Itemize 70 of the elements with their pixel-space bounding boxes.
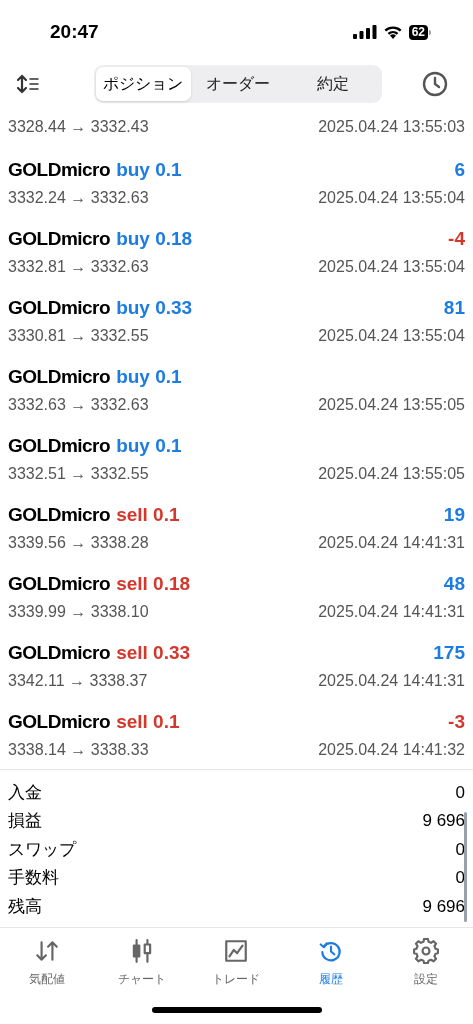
trade-volume: buy 0.1 [116,158,182,183]
trade-volume: buy 0.1 [116,365,182,390]
symbol-name: GOLDmicro [8,572,111,597]
symbol-name: GOLDmicro [8,227,111,252]
price-range: 3338.14 → 3338.33 [8,739,149,760]
trade-time: 2025.04.24 14:41:31 [318,601,465,622]
summary-label: 手数料 [8,867,59,889]
symbol-name: GOLDmicro [8,710,111,735]
profit-value: -3 [448,710,465,735]
summary-value: 0 [455,781,465,804]
nav-tab[interactable]: 履歴 [283,937,379,1007]
price-range: 3330.81 → 3332.55 [8,325,149,346]
tab[interactable]: ポジション [96,67,191,101]
nav-tab[interactable]: 設定 [378,937,473,1007]
price-range: 3332.81 → 3332.63 [8,256,149,277]
profit-value: 19 [443,503,465,528]
price-range: 3339.56 → 3338.28 [8,532,149,553]
symbol-name: GOLDmicro [8,503,111,528]
summary-value: 9 696 [422,810,465,832]
trade-time: 2025.04.24 14:41:32 [318,739,465,760]
summary-label: スワップ [8,838,76,861]
price-range: 3342.11 → 3338.37 [8,670,148,691]
trade-time: 2025.04.24 14:41:31 [318,532,465,553]
trade-time: 2025.04.24 13:55:05 [318,463,465,484]
summary-label: 残高 [8,895,42,918]
tab[interactable]: 約定 [285,67,380,101]
trade-volume: sell 0.18 [116,572,191,597]
summary-value: 0 [455,867,465,889]
trade-time: 2025.04.24 13:55:04 [318,325,465,346]
price-range: 3328.44 → 3332.43 [8,117,149,137]
price-range: 3332.51 → 3332.55 [8,463,149,484]
clock-icon[interactable] [421,70,449,98]
trade-volume: sell 0.1 [116,710,180,735]
trade-volume: buy 0.33 [116,296,193,321]
price-range: 3339.99 → 3338.10 [8,601,149,622]
profit-value: -4 [448,227,465,252]
battery-level: 62 [408,24,428,40]
trade-time: 2025.04.24 13:55:03 [318,117,465,137]
trade-time: 2025.04.24 14:41:31 [318,670,465,691]
profit-value: 175 [433,641,465,666]
profit-value: 48 [443,572,465,597]
symbol-name: GOLDmicro [8,365,111,390]
nav-tab[interactable]: トレード [189,937,284,1007]
trade-volume: sell 0.1 [116,503,180,528]
summary-label: 損益 [8,810,42,832]
line-chart-icon [223,937,250,964]
profit-value: 81 [443,296,465,321]
trade-volume: buy 0.18 [116,227,193,252]
nav-tab[interactable]: 気配値 [0,937,95,1007]
trade-time: 2025.04.24 13:55:05 [318,394,465,415]
symbol-name: GOLDmicro [8,296,111,321]
symbol-name: GOLDmicro [8,434,111,459]
profit-value: 6 [454,158,465,183]
trade-time: 2025.04.24 13:55:04 [318,256,465,277]
signal-icon [352,25,377,39]
wifi-icon [382,25,403,39]
symbol-name: GOLDmicro [8,641,111,666]
trade-volume: buy 0.1 [116,434,182,459]
price-range: 3332.24 → 3332.63 [8,187,149,208]
price-range: 3332.63 → 3332.63 [8,394,149,415]
clock-time: 20:47 [50,19,99,44]
summary-label: 入金 [8,781,42,804]
trade-time: 2025.04.24 13:55:04 [318,187,465,208]
trade-volume: sell 0.33 [116,641,191,666]
settings-icon [412,937,439,964]
symbol-name: GOLDmicro [8,158,111,183]
summary-value: 9 696 [422,895,465,918]
tab[interactable]: オーダー [190,67,286,101]
summary-value: 0 [455,838,465,861]
nav-tab[interactable]: チャート [94,937,190,1007]
